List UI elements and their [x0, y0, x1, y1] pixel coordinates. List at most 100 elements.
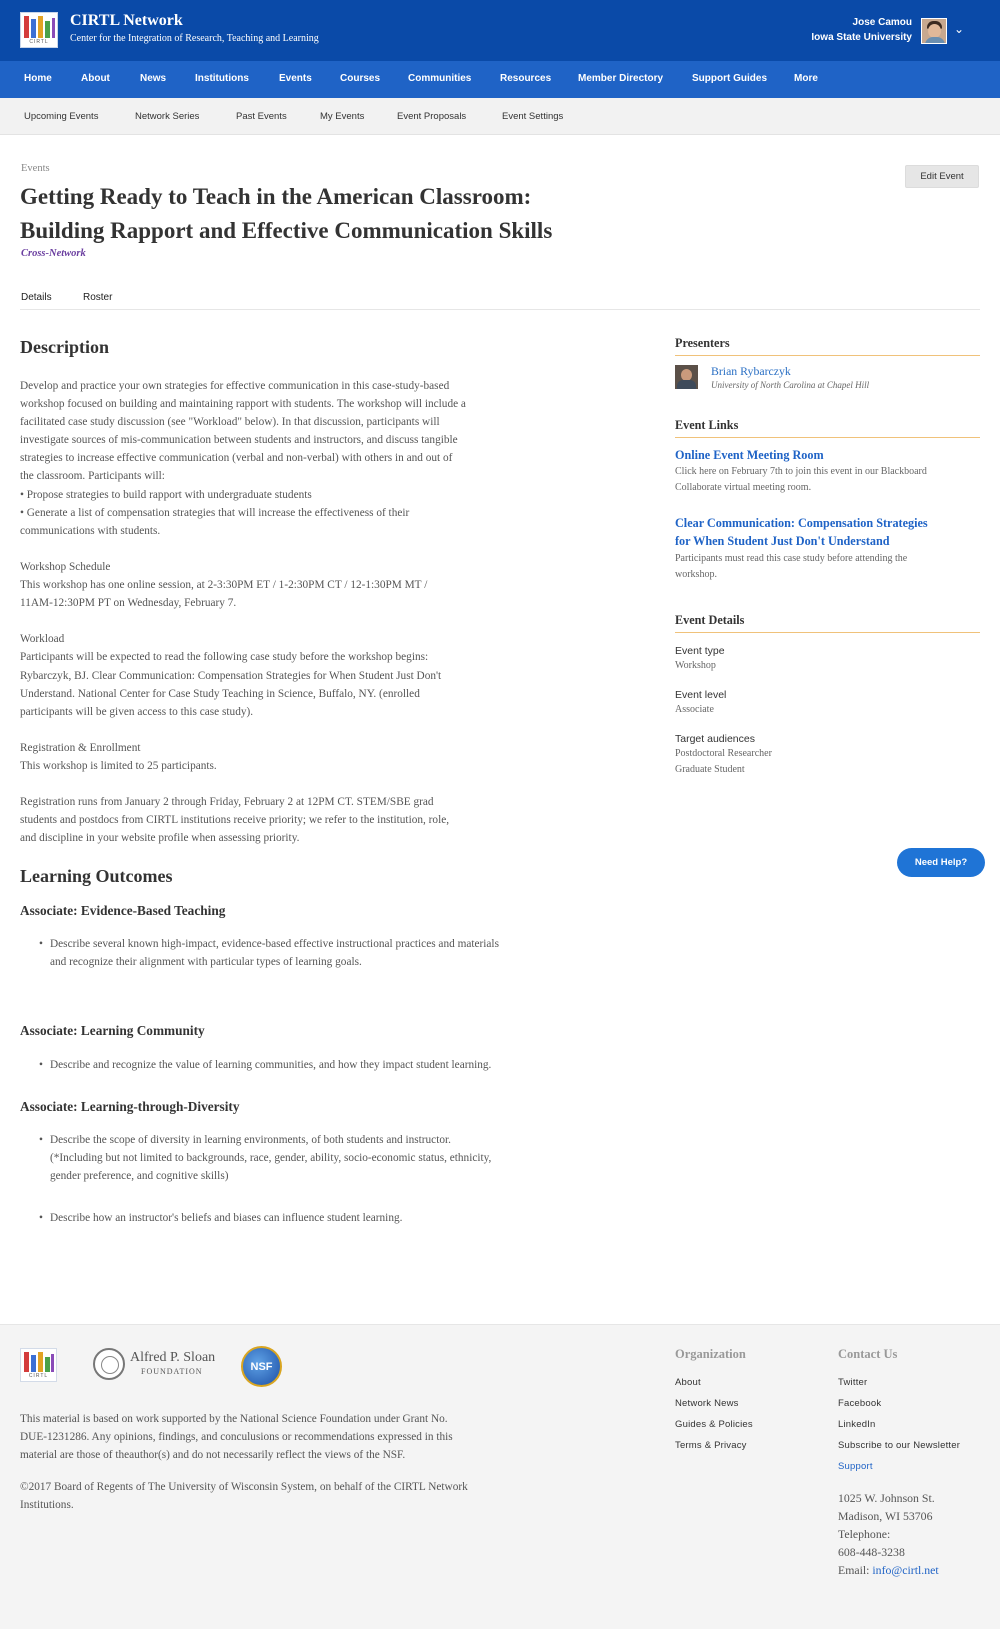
nav-news[interactable]: News	[140, 73, 166, 84]
link-line[interactable]: for When Student Just Don't Understand	[675, 532, 980, 550]
nav-resources[interactable]: Resources	[500, 73, 551, 84]
nav-member-directory[interactable]: Member Directory	[578, 73, 663, 84]
case-study-link[interactable]: Clear Communication: Compensation Strate…	[675, 514, 980, 550]
footer-link-linkedin[interactable]: LinkedIn	[838, 1419, 876, 1430]
description-line: the classroom. Participants will:	[20, 470, 165, 483]
user-organization: Iowa State University	[811, 32, 912, 43]
nav-about[interactable]: About	[81, 73, 110, 84]
description-line: Understand. National Center for Case Stu…	[20, 687, 420, 700]
presenter-name-link[interactable]: Brian Rybarczyk	[711, 364, 791, 379]
registration-heading: Registration & Enrollment	[20, 741, 141, 754]
address-line: Telephone:	[838, 1527, 891, 1542]
note-line: workshop.	[675, 569, 717, 580]
case-study-note: Participants must read this case study b…	[675, 551, 980, 583]
description-line: 11AM-12:30PM PT on Wednesday, February 7…	[20, 597, 237, 610]
logo-text: CIRTL	[29, 39, 49, 45]
cirtl-logo[interactable]: CIRTL	[20, 12, 58, 48]
user-avatar[interactable]	[921, 18, 947, 44]
top-header: CIRTL CIRTL Network Center for the Integ…	[0, 0, 1000, 61]
description-line: communications with students.	[20, 524, 161, 537]
description-line: • Generate a list of compensation strate…	[20, 506, 410, 519]
copyright: ©2017 Board of Regents of The University…	[20, 1478, 540, 1514]
description-line: Develop and practice your own strategies…	[20, 380, 450, 392]
legal-line: This material is based on work supported…	[20, 1413, 448, 1425]
footer-link-terms-privacy[interactable]: Terms & Privacy	[675, 1440, 747, 1451]
outcome-text: (*Including but not limited to backgroun…	[50, 1152, 492, 1165]
footer-cirtl-logo[interactable]: CIRTL	[20, 1348, 57, 1382]
subnav-past-events[interactable]: Past Events	[236, 111, 287, 122]
footer-link-guides-policies[interactable]: Guides & Policies	[675, 1419, 753, 1430]
footer: CIRTL Alfred P. Sloan FOUNDATION NSF Thi…	[0, 1324, 1000, 1629]
edit-event-button[interactable]: Edit Event	[905, 165, 979, 188]
target-audiences-label: Target audiences	[675, 733, 755, 745]
page-title-line-2: Building Rapport and Effective Communica…	[20, 218, 553, 243]
grant-disclaimer: This material is based on work supported…	[20, 1410, 540, 1464]
description-line: and discipline in your website profile w…	[20, 832, 300, 845]
events-subnavigation: Upcoming Events Network Series Past Even…	[0, 98, 1000, 135]
subnav-my-events[interactable]: My Events	[320, 111, 364, 122]
footer-link-facebook[interactable]: Facebook	[838, 1398, 881, 1409]
footer-link-twitter[interactable]: Twitter	[838, 1377, 867, 1388]
address-line: 1025 W. Johnson St.	[838, 1491, 935, 1505]
description-line: • Propose strategies to build rapport wi…	[20, 488, 312, 501]
note-line: Click here on February 7th to join this …	[675, 466, 927, 477]
organization-heading: Organization	[675, 1347, 746, 1361]
description-line: strategies to increase effective communi…	[20, 452, 453, 465]
outcome-item: Describe and recognize the value of lear…	[39, 1056, 590, 1074]
target-audiences-value: Postdoctoral Researcher Graduate Student	[675, 746, 772, 778]
chevron-down-icon[interactable]: ⌄	[954, 22, 964, 36]
subnav-upcoming-events[interactable]: Upcoming Events	[24, 111, 98, 122]
audience-item: Postdoctoral Researcher	[675, 748, 772, 759]
email-link[interactable]: info@cirtl.net	[872, 1563, 938, 1577]
nav-communities[interactable]: Communities	[408, 73, 471, 84]
description-line: participants will be given access to thi…	[20, 705, 254, 718]
outcome-item: Describe how an instructor's beliefs and…	[39, 1209, 590, 1227]
network-tag: Cross-Network	[21, 248, 86, 259]
sloan-foundation-seal-icon	[93, 1348, 125, 1380]
subnav-network-series[interactable]: Network Series	[135, 111, 199, 122]
tab-details[interactable]: Details	[21, 292, 52, 303]
breadcrumb[interactable]: Events	[21, 163, 50, 174]
outcome-text: Describe the scope of diversity in learn…	[50, 1134, 451, 1146]
nav-events[interactable]: Events	[279, 73, 312, 84]
description-line: This workshop is limited to 25 participa…	[20, 759, 217, 772]
sloan-foundation-name: Alfred P. Sloan	[130, 1350, 216, 1365]
subnav-event-proposals[interactable]: Event Proposals	[397, 111, 466, 122]
address-line: Madison, WI 53706	[838, 1509, 933, 1524]
need-help-button[interactable]: Need Help?	[897, 848, 985, 877]
nav-home[interactable]: Home	[24, 73, 52, 84]
schedule-heading: Workshop Schedule	[20, 560, 111, 573]
description-heading: Description	[20, 337, 109, 357]
outcome-text: gender preference, and cognitive skills)	[50, 1170, 229, 1183]
footer-link-newsletter[interactable]: Subscribe to our Newsletter	[838, 1440, 960, 1451]
sloan-foundation-sub: FOUNDATION	[141, 1367, 203, 1376]
presenter-avatar[interactable]	[675, 365, 698, 389]
brand-name[interactable]: CIRTL Network	[70, 12, 183, 30]
link-line[interactable]: Clear Communication: Compensation Strate…	[675, 514, 980, 532]
audience-item: Graduate Student	[675, 764, 745, 775]
footer-link-about[interactable]: About	[675, 1377, 701, 1388]
footer-link-network-news[interactable]: Network News	[675, 1398, 739, 1409]
event-tabs: Details Roster	[20, 286, 980, 310]
footer-link-support[interactable]: Support	[838, 1461, 873, 1472]
contact-heading: Contact Us	[838, 1347, 898, 1361]
event-level-value: Associate	[675, 704, 714, 715]
description-line: Registration runs from January 2 through…	[20, 796, 434, 809]
subnav-event-settings[interactable]: Event Settings	[502, 111, 563, 122]
nav-courses[interactable]: Courses	[340, 73, 380, 84]
user-name[interactable]: Jose Camou	[853, 17, 912, 28]
event-type-label: Event type	[675, 645, 725, 657]
nav-more[interactable]: More	[794, 73, 818, 84]
tab-roster[interactable]: Roster	[83, 292, 112, 303]
event-details-heading: Event Details	[675, 613, 980, 633]
presenter-institution: University of North Carolina at Chapel H…	[711, 380, 870, 390]
nav-institutions[interactable]: Institutions	[195, 73, 249, 84]
brand-subtitle: Center for the Integration of Research, …	[70, 33, 319, 44]
learning-outcomes-heading: Learning Outcomes	[20, 866, 173, 886]
nsf-logo-text: NSF	[250, 1361, 273, 1373]
legal-line: ©2017 Board of Regents of The University…	[20, 1481, 468, 1493]
meeting-room-link[interactable]: Online Event Meeting Room	[675, 446, 980, 464]
nav-support-guides[interactable]: Support Guides	[692, 73, 767, 84]
description-line: investigate sources of mis-communication…	[20, 434, 458, 447]
page-title-line-1: Getting Ready to Teach in the American C…	[20, 184, 532, 209]
